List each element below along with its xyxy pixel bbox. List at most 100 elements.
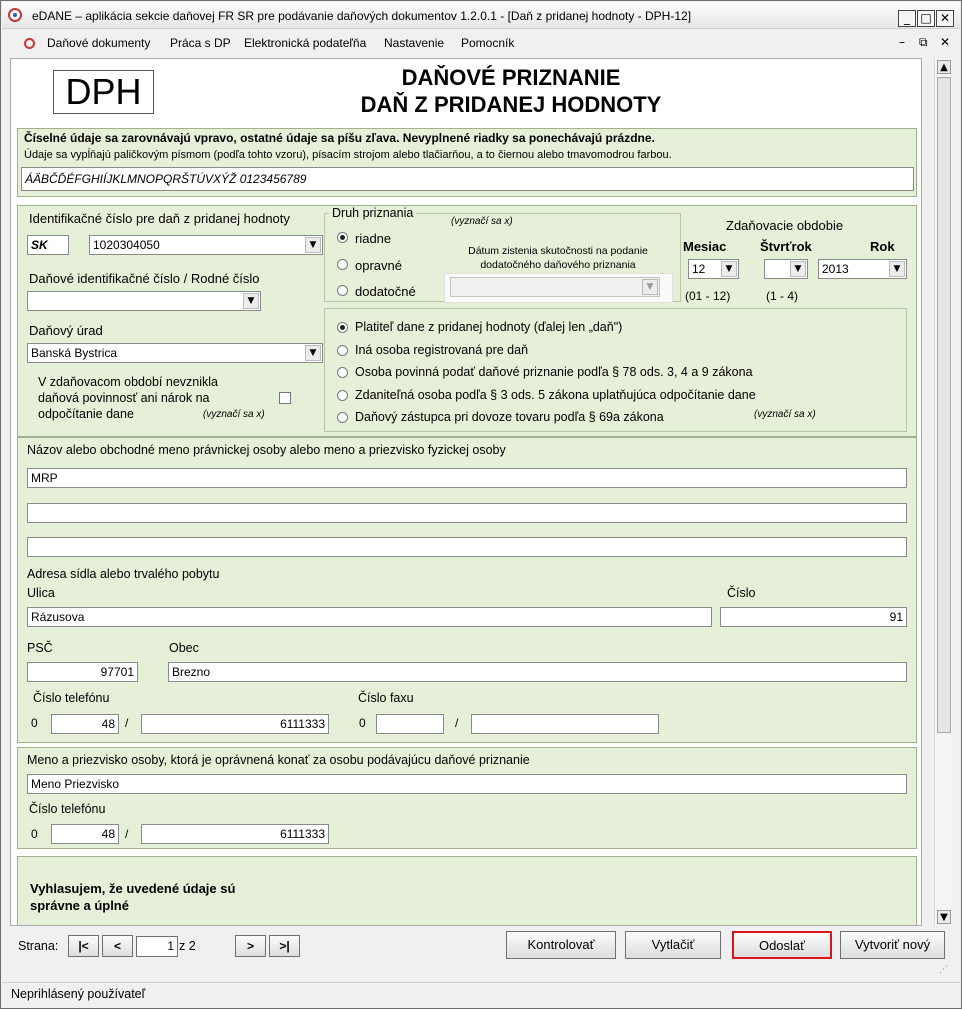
resize-grip-icon[interactable]: ⋰	[939, 965, 948, 975]
radio-danovy-zastupca[interactable]	[337, 412, 348, 423]
radio-opravne[interactable]	[337, 259, 348, 270]
authorized-panel: Meno a priezvisko osoby, ktorá je oprávn…	[17, 747, 917, 849]
mdi-minimize-button[interactable]: –	[899, 35, 905, 49]
radio-dodatocne[interactable]	[337, 285, 348, 296]
status-bar: Neprihlásený používateľ	[2, 982, 960, 1008]
instructions-text: Údaje sa vypĺňajú paličkovým písmom (pod…	[24, 149, 672, 161]
mesiac-combo[interactable]: 12 ▼	[688, 259, 739, 279]
stvrtrok-range: (1 - 4)	[766, 289, 799, 303]
rok-combo[interactable]: 2013 ▼	[818, 259, 907, 279]
ic-dph-value: 1020304050	[93, 238, 160, 252]
urad-combo[interactable]: Banská Bystrica ▼	[27, 343, 323, 363]
menu-danove-dokumenty[interactable]: Daňové dokumenty	[47, 36, 150, 50]
chevron-down-icon[interactable]: ▼	[790, 261, 806, 277]
odoslat-button[interactable]: Odoslať	[732, 931, 832, 959]
app-icon	[8, 8, 22, 22]
radio-platitel[interactable]	[337, 322, 348, 333]
opr-meno-field[interactable]: Meno Priezvisko	[27, 774, 907, 794]
cislo-label: Číslo	[727, 586, 756, 600]
ic-prefix: SK	[27, 235, 69, 255]
dic-label: Daňové identifikačné číslo / Rodné číslo	[29, 271, 260, 286]
nazov-field-3[interactable]	[27, 537, 907, 557]
stvrtrok-combo[interactable]: ▼	[764, 259, 808, 279]
kontrolovat-button[interactable]: Kontrolovať	[506, 931, 616, 959]
psc-field[interactable]: 97701	[27, 662, 138, 682]
vytvorit-novy-button[interactable]: Vytvoriť nový	[840, 931, 945, 959]
tel-prefix: 0	[31, 716, 38, 730]
nevzn-checkbox[interactable]	[279, 392, 291, 404]
nazov-field-1[interactable]: MRP	[27, 468, 907, 488]
scroll-thumb[interactable]	[937, 77, 951, 733]
first-page-button[interactable]: |<	[68, 935, 99, 957]
opr-label: Meno a priezvisko osoby, ktorá je oprávn…	[27, 753, 530, 767]
tel-slash: /	[125, 716, 129, 730]
dic-combo[interactable]: ▼	[27, 291, 261, 311]
last-page-button[interactable]: >|	[269, 935, 300, 957]
opr-tel-prefix: 0	[31, 827, 38, 841]
minimize-button[interactable]: _	[898, 10, 916, 27]
menu-nastavenie[interactable]: Nastavenie	[384, 36, 444, 50]
scroll-down-icon[interactable]: ▼	[937, 910, 951, 924]
chevron-down-icon[interactable]: ▼	[889, 261, 905, 277]
druh-vyznac: (vyznačí sa x)	[451, 216, 513, 227]
chevron-down-icon[interactable]: ▼	[305, 237, 321, 253]
mdi-restore-button[interactable]: ⧉	[919, 35, 928, 50]
radio-opravne-label: opravné	[355, 258, 402, 273]
cislo-field[interactable]: 91	[720, 607, 907, 627]
mdi-close-button[interactable]: ✕	[940, 35, 950, 49]
chevron-down-icon[interactable]: ▼	[305, 345, 321, 361]
datum-label-2: dodatočného daňového priznania	[480, 259, 636, 271]
urad-label: Daňový úrad	[29, 323, 103, 338]
fax-slash: /	[455, 716, 459, 730]
menu-praca-s-dp[interactable]: Práca s DP	[170, 36, 231, 50]
opr-tel-area-field[interactable]: 48	[51, 824, 119, 844]
nazov-label: Názov alebo obchodné meno právnickej oso…	[27, 443, 506, 457]
menu-bar: Daňové dokumenty Práca s DP Elektronická…	[2, 30, 960, 56]
vytlacit-button[interactable]: Vytlačiť	[625, 931, 721, 959]
close-button[interactable]: ✕	[936, 10, 954, 27]
fax-number-field[interactable]	[471, 714, 659, 734]
form-title-2: DAŇ Z PRIDANEJ HODNOTY	[360, 92, 662, 117]
page-total: z 2	[179, 939, 196, 953]
osoba-vyznac: (vyznačí sa x)	[754, 409, 816, 420]
prev-page-button[interactable]: <	[102, 935, 133, 957]
next-page-button[interactable]: >	[235, 935, 266, 957]
strana-label: Strana:	[18, 939, 59, 953]
osoba-label-1: Iná osoba registrovaná pre daň	[355, 343, 529, 357]
mesiac-label: Mesiac	[683, 239, 727, 254]
nazov-field-2[interactable]	[27, 503, 907, 523]
vertical-scrollbar[interactable]: ▲ ▼	[934, 58, 952, 926]
radio-zdanitelna-osoba[interactable]	[337, 390, 348, 401]
chevron-down-icon[interactable]: ▼	[721, 261, 737, 277]
ulica-field[interactable]: Rázusova	[27, 607, 712, 627]
page-input[interactable]: 1	[136, 936, 178, 957]
dph-logo: DPH	[53, 70, 154, 114]
osoba-label-0: Platiteľ dane z pridanej hodnoty (ďalej …	[355, 320, 623, 334]
form-document: DPH DAŇOVÉ PRIZNANIE DAŇ Z PRIDANEJ HODN…	[10, 58, 922, 926]
opr-tel-number-field[interactable]: 6111333	[141, 824, 329, 844]
scroll-up-icon[interactable]: ▲	[937, 60, 951, 74]
menu-pomocnik[interactable]: Pomocník	[461, 36, 514, 50]
chevron-down-icon[interactable]: ▼	[243, 293, 259, 309]
radio-osoba-povinna[interactable]	[337, 367, 348, 378]
fax-area-field[interactable]	[376, 714, 444, 734]
obec-label: Obec	[169, 641, 199, 655]
opr-tel-slash: /	[125, 827, 129, 841]
obec-field[interactable]: Brezno	[168, 662, 907, 682]
tel-area-field[interactable]: 48	[51, 714, 119, 734]
fax-label: Číslo faxu	[358, 691, 414, 705]
ic-dph-combo[interactable]: 1020304050 ▼	[89, 235, 323, 255]
app-window: eDANE – aplikácia sekcie daňovej FR SR p…	[0, 0, 962, 1009]
psc-label: PSČ	[27, 641, 53, 655]
nevzn-label-1: V zdaňovacom období nevznikla	[38, 375, 218, 389]
radio-riadne[interactable]	[337, 232, 348, 243]
datum-combo[interactable]: ▼	[450, 277, 660, 297]
maximize-button[interactable]: □	[917, 10, 935, 27]
tel-number-field[interactable]: 6111333	[141, 714, 329, 734]
menu-elektronicka-podatelna[interactable]: Elektronická podateľňa	[244, 36, 366, 50]
radio-ina-osoba[interactable]	[337, 345, 348, 356]
nevzn-label-2: daňová povinnosť ani nárok na	[38, 391, 210, 405]
ulica-label: Ulica	[27, 586, 55, 600]
chevron-down-icon[interactable]: ▼	[642, 279, 658, 295]
window-title: eDANE – aplikácia sekcie daňovej FR SR p…	[32, 9, 692, 23]
